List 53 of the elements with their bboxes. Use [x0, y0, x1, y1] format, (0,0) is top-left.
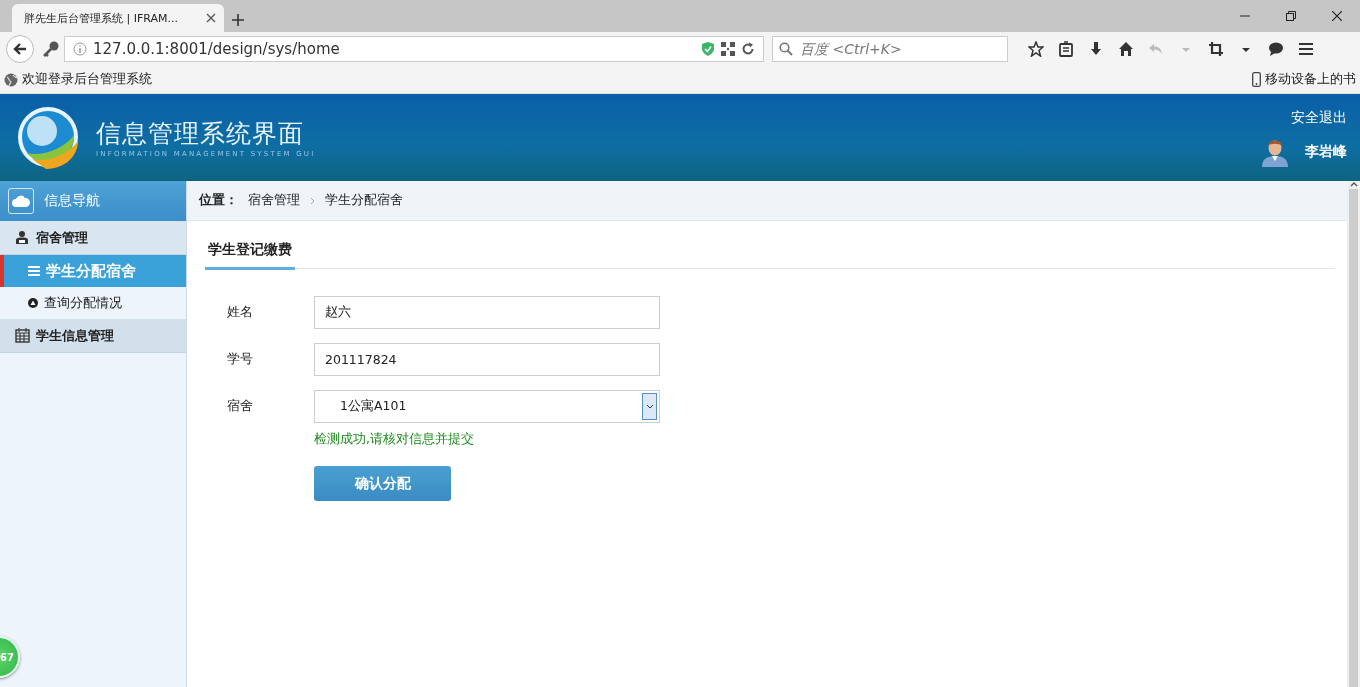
scroll-up-icon: [1349, 181, 1358, 187]
calendar-icon: [15, 328, 30, 343]
search-icon: [779, 42, 793, 56]
form-tab[interactable]: 学生登记缴费: [205, 235, 295, 270]
browser-tab[interactable]: 胖先生后台管理系统 | IFRAM...: [12, 4, 224, 32]
address-bar[interactable]: 127.0.0.1:8001/design/sys/home: [64, 36, 764, 62]
chevron-icon: [310, 196, 315, 205]
field-label: 姓名: [227, 304, 254, 321]
circle-icon: [28, 298, 38, 308]
reload-icon[interactable]: [741, 42, 755, 56]
qr-code-icon[interactable]: [721, 42, 735, 56]
scrollbar[interactable]: [1347, 181, 1360, 687]
chat-icon[interactable]: [1268, 41, 1284, 57]
info-icon: [73, 42, 87, 56]
search-field[interactable]: 百度 <Ctrl+K>: [772, 36, 1008, 62]
download-icon[interactable]: [1088, 41, 1104, 57]
sidebar-item[interactable]: 宿舍管理: [0, 221, 186, 255]
list-icon: [28, 266, 40, 276]
globe-icon: [4, 72, 18, 87]
close-icon[interactable]: [206, 13, 216, 23]
breadcrumb-label: 位置：: [199, 192, 238, 209]
users-icon: [15, 230, 30, 245]
bookmark-link[interactable]: 移动设备上的书: [1265, 71, 1356, 88]
restore-icon[interactable]: [1286, 11, 1296, 21]
sidebar-title: 信息导航: [44, 192, 100, 210]
phone-icon: [1252, 72, 1261, 87]
caret-icon: [645, 404, 654, 409]
status-message: 检测成功,请核对信息并提交: [314, 431, 475, 448]
input-field[interactable]: 201117824: [314, 343, 660, 376]
input-field[interactable]: 赵六: [314, 296, 660, 329]
clipboard-icon[interactable]: [1058, 41, 1074, 57]
menu-icon[interactable]: [1298, 41, 1314, 57]
home-icon[interactable]: [1118, 41, 1134, 57]
back-arrow-icon: [13, 42, 27, 56]
system-title: 信息管理系统界面: [96, 118, 305, 150]
key-icon[interactable]: [42, 40, 60, 58]
crop-icon[interactable]: [1208, 41, 1224, 57]
new-tab-icon[interactable]: [232, 14, 244, 26]
shield-icon[interactable]: [701, 41, 715, 57]
sidebar-subitem[interactable]: 查询分配情况: [0, 287, 186, 319]
bookmark-link[interactable]: 欢迎登录后台管理系统: [22, 71, 152, 88]
logout-link[interactable]: 安全退出: [1291, 108, 1347, 127]
sidebar-item[interactable]: 学生信息管理: [0, 319, 186, 353]
close-icon[interactable]: [1332, 11, 1342, 21]
breadcrumb-item[interactable]: 学生分配宿舍: [325, 192, 403, 209]
dropdown-field[interactable]: 1公寓A101: [314, 390, 660, 423]
star-icon[interactable]: [1028, 41, 1044, 57]
breadcrumb-item[interactable]: 宿舍管理: [248, 192, 300, 209]
back-button[interactable]: [6, 35, 34, 63]
cloud-icon: [12, 195, 30, 207]
field-label: 学号: [227, 351, 254, 368]
user-name: 李岩峰: [1305, 142, 1347, 161]
field-label: 宿舍: [227, 398, 254, 415]
